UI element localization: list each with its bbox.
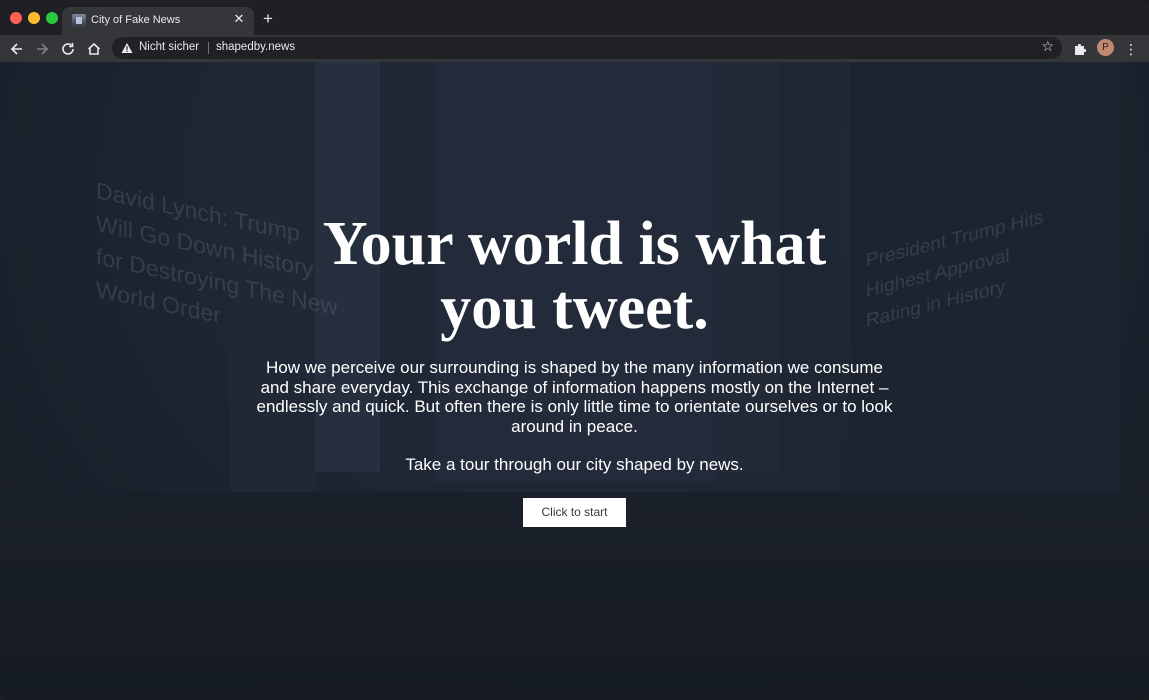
- avatar[interactable]: P: [1097, 39, 1114, 56]
- browser-window: City of Fake News ✕ + Nicht sicher shape…: [0, 0, 1149, 700]
- extensions-icon[interactable]: [1070, 39, 1090, 59]
- title-bar: City of Fake News ✕ +: [0, 0, 1149, 35]
- tour-text: Take a tour through our city shaped by n…: [405, 455, 744, 474]
- forward-arrow-icon[interactable]: [32, 39, 52, 59]
- start-button[interactable]: Click to start: [523, 497, 626, 527]
- browser-toolbar: Nicht sicher shapedby.news ☆ P ⋮: [0, 35, 1149, 62]
- security-label[interactable]: Nicht sicher: [139, 41, 199, 53]
- menu-icon[interactable]: ⋮: [1124, 39, 1138, 59]
- intro-text: How we perceive our surrounding is shape…: [256, 358, 893, 436]
- bookmark-star-icon[interactable]: ☆: [1041, 38, 1054, 55]
- close-window-button[interactable]: [10, 12, 22, 24]
- address-bar[interactable]: Nicht sicher shapedby.news ☆: [112, 37, 1062, 59]
- divider: [208, 42, 209, 54]
- plus-icon[interactable]: +: [263, 10, 273, 27]
- page-content: David Lynch: Trump Will Go Down History …: [0, 62, 1149, 700]
- page-title: Your world is what you tweet.: [322, 210, 827, 342]
- back-arrow-icon[interactable]: [7, 39, 27, 59]
- favicon-icon: [72, 14, 86, 27]
- warning-icon: [121, 43, 133, 53]
- home-icon[interactable]: [84, 39, 104, 59]
- reload-icon[interactable]: [58, 39, 78, 59]
- url-text[interactable]: shapedby.news: [216, 41, 295, 53]
- tab-active[interactable]: City of Fake News ✕: [62, 7, 254, 35]
- minimize-window-button[interactable]: [28, 12, 40, 24]
- close-icon[interactable]: ✕: [232, 12, 246, 26]
- hero-section: Your world is what you tweet. How we per…: [0, 212, 1149, 527]
- tab-title: City of Fake News: [91, 14, 181, 26]
- maximize-window-button[interactable]: [46, 12, 58, 24]
